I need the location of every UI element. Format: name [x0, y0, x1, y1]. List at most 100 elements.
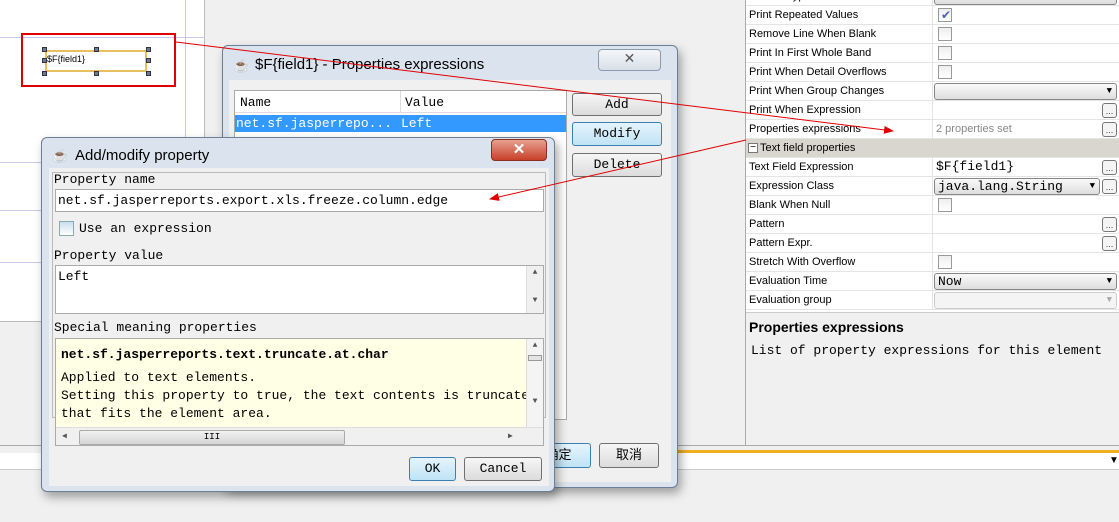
- close-button[interactable]: ✕: [598, 49, 661, 71]
- resize-handle[interactable]: [146, 58, 151, 63]
- description-line: Applied to text elements.: [61, 370, 257, 385]
- resize-handle[interactable]: [94, 47, 99, 52]
- dropdown[interactable]: ▼: [934, 292, 1117, 309]
- property-value[interactable]: [932, 25, 1102, 44]
- property-label: Pattern: [749, 218, 785, 230]
- description-line: that fits the element area.: [61, 406, 272, 421]
- resize-handle[interactable]: [42, 58, 47, 63]
- horizontal-scrollbar[interactable]: ◀ III ▶: [56, 427, 543, 445]
- vertical-scrollbar[interactable]: ▲ ▼: [526, 266, 543, 313]
- resize-handle[interactable]: [94, 71, 99, 76]
- property-value[interactable]: [932, 234, 1102, 253]
- table-row[interactable]: net.sf.jasperrepo... Left: [235, 115, 566, 132]
- property-value-label: Property value: [54, 248, 164, 263]
- scroll-thumb[interactable]: III: [79, 430, 345, 445]
- property-label: Stretch With Overflow: [749, 256, 856, 268]
- property-label: Evaluation Time: [749, 275, 828, 287]
- menu-dropdown-icon[interactable]: ▼: [1109, 455, 1119, 466]
- dropdown-value: Now: [938, 274, 962, 289]
- cancel-button[interactable]: 取消: [599, 443, 659, 468]
- property-row[interactable]: Pattern Expr.…: [746, 234, 1119, 253]
- use-expression-checkbox[interactable]: [59, 221, 74, 236]
- property-row[interactable]: Print When Expression…: [746, 101, 1119, 120]
- property-row[interactable]: Evaluation Time Now ▼: [746, 272, 1119, 291]
- property-label: Text Field Expression: [749, 161, 854, 173]
- checkbox[interactable]: ✔: [938, 8, 952, 22]
- property-value[interactable]: [932, 196, 1102, 215]
- property-value[interactable]: [932, 101, 1102, 120]
- dropdown[interactable]: ▼: [934, 0, 1117, 5]
- special-property-description: Applied to text elements. Setting this p…: [61, 369, 537, 423]
- property-value[interactable]: ✔: [932, 6, 1102, 25]
- resize-handle[interactable]: [42, 47, 47, 52]
- property-row[interactable]: Expression Class java.lang.String ▼…: [746, 177, 1119, 196]
- property-value[interactable]: [932, 253, 1102, 272]
- property-label: Print When Detail Overflows: [749, 66, 887, 78]
- ellipsis-button[interactable]: …: [1102, 160, 1117, 175]
- property-value[interactable]: ▼: [932, 291, 1117, 310]
- property-row[interactable]: Text Field Expression $F{field1} …: [746, 158, 1119, 177]
- property-row[interactable]: Blank When Null: [746, 196, 1119, 215]
- property-value[interactable]: java.lang.String ▼: [932, 177, 1102, 196]
- property-value[interactable]: [932, 63, 1102, 82]
- special-properties-label: Special meaning properties: [54, 320, 257, 335]
- checkbox[interactable]: [938, 198, 952, 212]
- modify-button[interactable]: Modify: [572, 122, 662, 146]
- column-header-name[interactable]: Name: [240, 95, 271, 110]
- special-property-title: net.sf.jasperreports.text.truncate.at.ch…: [61, 347, 389, 362]
- ellipsis-button[interactable]: …: [1102, 217, 1117, 232]
- property-value[interactable]: $F{field1}: [932, 158, 1102, 177]
- property-row[interactable]: Evaluation group ▼: [746, 291, 1119, 310]
- collapse-icon[interactable]: −: [748, 143, 758, 153]
- description-title: Properties expressions: [749, 319, 904, 335]
- property-value-textarea[interactable]: Left ▲ ▼: [55, 265, 544, 314]
- property-value[interactable]: Now ▼: [932, 272, 1117, 291]
- close-button[interactable]: ✕: [491, 139, 547, 161]
- property-row[interactable]: Print Repeated Values ✔: [746, 6, 1119, 25]
- column-header-value[interactable]: Value: [405, 95, 444, 110]
- dropdown[interactable]: java.lang.String ▼: [934, 178, 1100, 195]
- chevron-down-icon: ▼: [1106, 86, 1112, 96]
- cancel-button[interactable]: Cancel: [464, 457, 542, 481]
- dropdown[interactable]: Now ▼: [934, 273, 1117, 290]
- checkbox[interactable]: [938, 65, 952, 79]
- table-header: Name Value: [235, 91, 566, 113]
- property-row[interactable]: Properties expressions 2 properties set…: [746, 120, 1119, 139]
- resize-handle[interactable]: [42, 71, 47, 76]
- property-row[interactable]: Pattern …: [746, 215, 1119, 234]
- text-field-expression: $F{field1}: [47, 54, 86, 64]
- use-expression-label[interactable]: Use an expression: [79, 221, 212, 236]
- ellipsis-button[interactable]: …: [1102, 122, 1117, 137]
- property-value[interactable]: [932, 215, 1102, 234]
- vertical-scrollbar[interactable]: ▲ ▼: [526, 339, 543, 427]
- resize-handle[interactable]: [146, 47, 151, 52]
- property-row[interactable]: Print In First Whole Band: [746, 44, 1119, 63]
- delete-button[interactable]: Delete: [572, 153, 662, 177]
- checkbox[interactable]: [938, 27, 952, 41]
- text-field-element[interactable]: $F{field1}: [45, 50, 147, 72]
- section-text-field-properties[interactable]: − Text field properties: [746, 139, 1119, 158]
- dropdown[interactable]: ▼: [934, 83, 1117, 100]
- ellipsis-button[interactable]: …: [1102, 103, 1117, 118]
- special-properties-box: net.sf.jasperreports.text.truncate.at.ch…: [55, 338, 544, 446]
- property-row[interactable]: Print When Detail Overflows: [746, 63, 1119, 82]
- property-label: Print Repeated Values: [749, 9, 859, 21]
- property-row[interactable]: Stretch With Overflow: [746, 253, 1119, 272]
- checkbox[interactable]: [938, 46, 952, 60]
- add-button[interactable]: Add: [572, 93, 662, 116]
- cell-value: Left: [401, 116, 433, 131]
- checkbox[interactable]: [938, 255, 952, 269]
- property-name-input[interactable]: net.sf.jasperreports.export.xls.freeze.c…: [55, 189, 544, 212]
- property-value[interactable]: ▼: [932, 82, 1117, 101]
- ellipsis-button[interactable]: …: [1102, 179, 1117, 194]
- properties-panel: Stretch Type ▼ Print Repeated Values ✔ Remov…: [745, 0, 1119, 445]
- property-row[interactable]: Print When Group Changes ▼: [746, 82, 1119, 101]
- ok-button[interactable]: OK: [409, 457, 456, 481]
- property-row[interactable]: Remove Line When Blank: [746, 25, 1119, 44]
- ellipsis-button[interactable]: …: [1102, 236, 1117, 251]
- property-value[interactable]: 2 properties set: [932, 120, 1102, 139]
- property-value[interactable]: [932, 44, 1102, 63]
- value-text: $F{field1}: [936, 159, 1015, 174]
- property-label: Blank When Null: [749, 199, 831, 211]
- resize-handle[interactable]: [146, 71, 151, 76]
